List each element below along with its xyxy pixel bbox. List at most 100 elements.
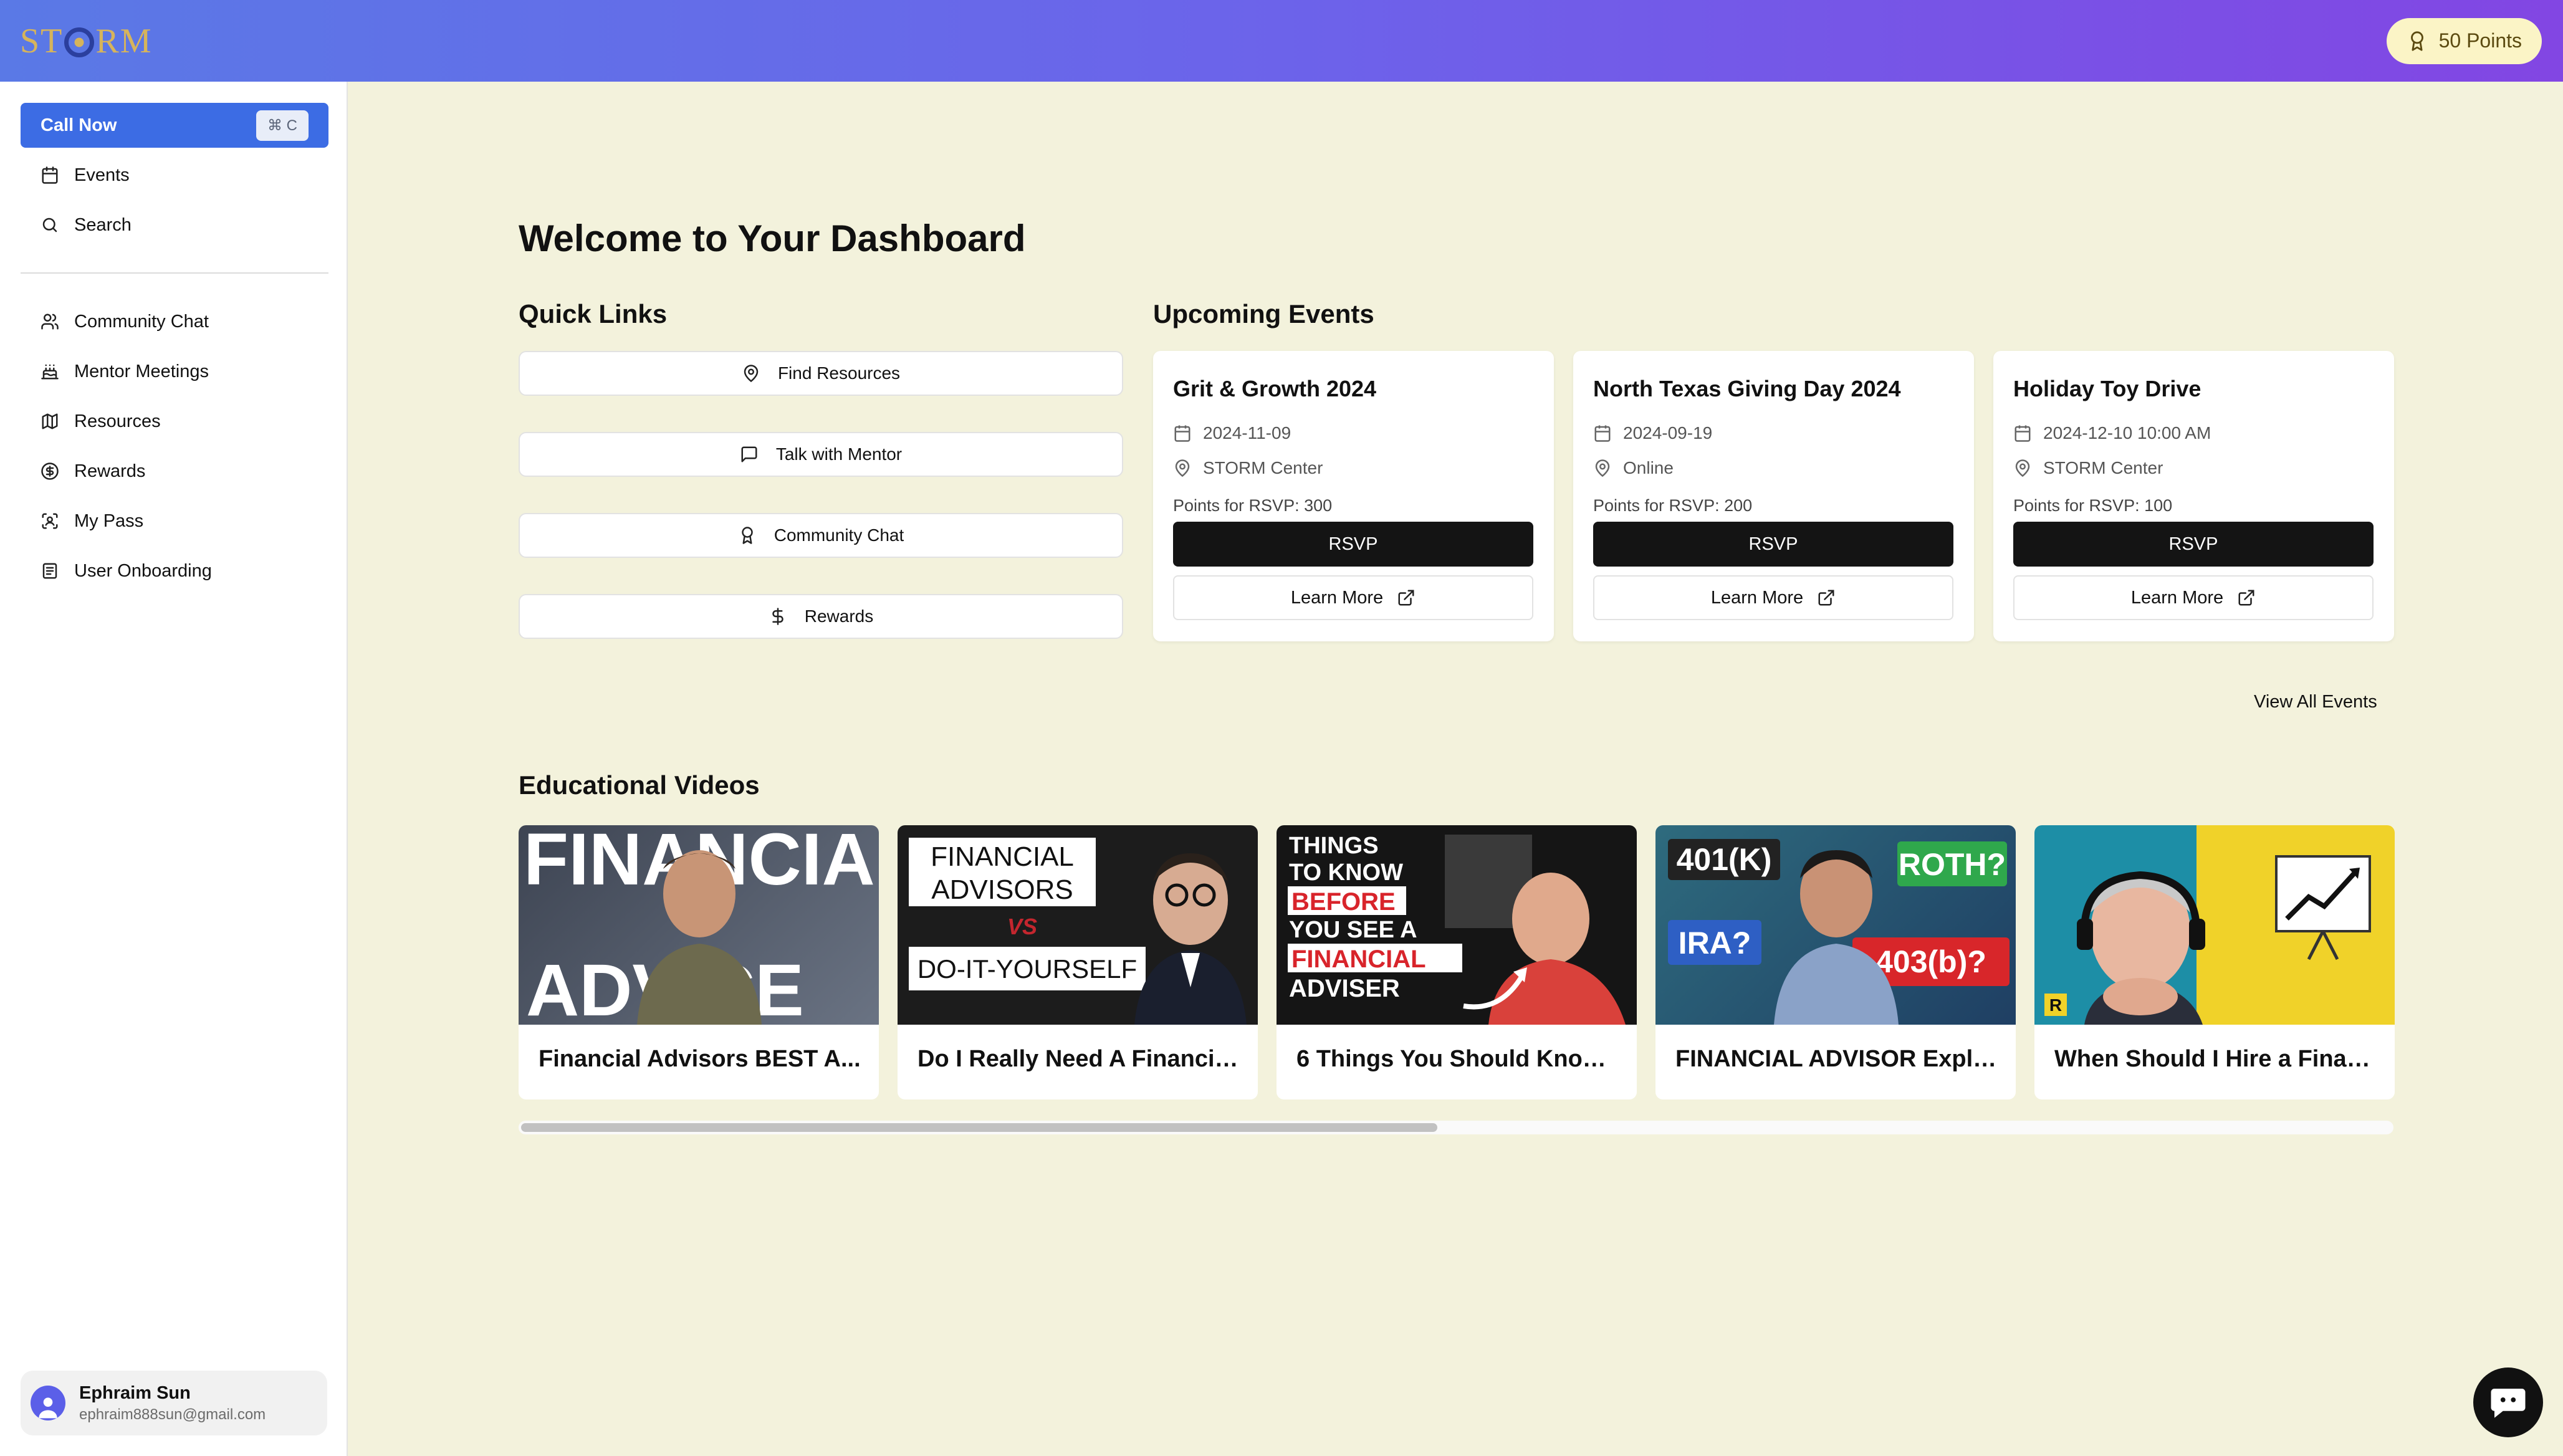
- map-pin-icon: [1595, 459, 1610, 477]
- calendar-icon: [1594, 425, 1611, 442]
- calendar-icon: [1174, 425, 1190, 442]
- external-link-icon: [2238, 590, 2254, 606]
- quick-link-rewards[interactable]: Rewards: [519, 594, 1123, 639]
- event-date: 2024-12-10 10:00 AM: [2013, 423, 2211, 443]
- video-card[interactable]: FINANCIAL ADVISORS VS DO-IT-YOURSELF Do …: [898, 825, 1258, 1099]
- storm-logo[interactable]: ST RM: [20, 16, 153, 66]
- sidebar-item-community-chat[interactable]: Community Chat: [21, 301, 328, 342]
- call-now-button[interactable]: Call Now ⌘ C: [21, 103, 328, 148]
- sidebar-item-label: Resources: [74, 411, 161, 431]
- video-title[interactable]: Do I Really Need A Financia...: [917, 1046, 1242, 1073]
- upcoming-events-title: Upcoming Events: [1153, 299, 1374, 328]
- learn-more-label: Learn More: [1290, 587, 1384, 608]
- thumbnail-text: IRA?: [1679, 926, 1751, 960]
- thumbnail-text: YOU SEE A: [1289, 917, 1417, 943]
- quick-link-find-resources[interactable]: Find Resources: [519, 351, 1123, 396]
- video-title[interactable]: Financial Advisors BEST A...: [539, 1046, 863, 1073]
- video-title[interactable]: 6 Things You Should Know ...: [1296, 1046, 1621, 1073]
- event-date: 2024-09-19: [1593, 423, 1712, 443]
- avatar: [31, 1386, 65, 1420]
- chat-bot-icon: [2491, 1389, 2526, 1418]
- learn-more-button[interactable]: Learn More: [2013, 575, 2374, 620]
- scrollbar-thumb[interactable]: [521, 1123, 1437, 1132]
- thumbnail-text: TO KNOW: [1289, 860, 1403, 886]
- event-card: North Texas Giving Day 2024 2024-09-19 O…: [1573, 351, 1974, 641]
- video-card[interactable]: R When Should I Hire a Finan...: [2034, 825, 2395, 1099]
- video-thumbnail[interactable]: FINANCIAL ADVICE: [519, 825, 879, 1025]
- quick-link-label: Community Chat: [774, 525, 904, 545]
- videos-scrollbar[interactable]: [519, 1121, 2393, 1134]
- chat-support-button[interactable]: [2473, 1367, 2543, 1437]
- video-card[interactable]: FINANCIAL ADVICE Financial Advisors BEST…: [519, 825, 879, 1099]
- sidebar-item-events[interactable]: Events: [21, 155, 328, 196]
- thumbnail-text: VS: [1007, 914, 1037, 939]
- event-title: Grit & Growth 2024: [1173, 376, 1377, 401]
- video-thumbnail[interactable]: FINANCIAL ADVISORS VS DO-IT-YOURSELF: [898, 825, 1258, 1025]
- thumbnail-text: DO-IT-YOURSELF: [917, 954, 1137, 984]
- top-header: ST RM 50 Points: [0, 0, 2563, 82]
- learn-more-button[interactable]: Learn More: [1593, 575, 1953, 620]
- event-points: Points for RSVP: 200: [1593, 496, 1753, 515]
- sidebar-item-label: My Pass: [74, 510, 144, 531]
- points-badge[interactable]: 50 Points: [2386, 17, 2542, 64]
- event-points: Points for RSVP: 100: [2013, 496, 2173, 515]
- event-date-text: 2024-09-19: [1623, 423, 1713, 443]
- award-icon: [2410, 31, 2423, 51]
- sidebar-item-my-pass[interactable]: My Pass: [21, 501, 328, 542]
- rsvp-button[interactable]: RSVP: [2013, 522, 2374, 567]
- sidebar-item-resources[interactable]: Resources: [21, 401, 328, 442]
- event-date-text: 2024-11-09: [1203, 423, 1291, 443]
- event-card: Holiday Toy Drive 2024-12-10 10:00 AM ST…: [1993, 351, 2394, 641]
- user-email: ephraim888sun@gmail.com: [79, 1406, 266, 1423]
- calendar-icon: [2014, 425, 2031, 442]
- quick-link-talk-with-mentor[interactable]: Talk with Mentor: [519, 432, 1123, 477]
- video-thumbnail[interactable]: THINGS TO KNOW BEFORE YOU SEE A FINANCIA…: [1277, 825, 1637, 1025]
- sidebar-item-label: Community Chat: [74, 311, 209, 332]
- sidebar-item-search[interactable]: Search: [21, 204, 328, 246]
- user-profile-card[interactable]: Ephraim Sun ephraim888sun@gmail.com: [21, 1371, 327, 1435]
- sidebar-item-mentor-meetings[interactable]: Mentor Meetings: [21, 351, 328, 392]
- clipboard-icon: [42, 563, 57, 579]
- sidebar: Call Now ⌘ C Events Search Community Cha…: [0, 82, 348, 1456]
- quick-link-community-chat[interactable]: Community Chat: [519, 513, 1123, 558]
- map-pin-icon: [744, 365, 759, 383]
- event-date-text: 2024-12-10 10:00 AM: [2043, 423, 2211, 443]
- sidebar-item-rewards[interactable]: Rewards: [21, 451, 328, 492]
- event-date: 2024-11-09: [1173, 423, 1291, 443]
- rsvp-button[interactable]: RSVP: [1173, 522, 1533, 567]
- sidebar-item-user-onboarding[interactable]: User Onboarding: [21, 550, 328, 592]
- users-icon: [41, 314, 59, 330]
- video-thumbnail[interactable]: 401(K) ROTH? IRA? 403(b)?: [1655, 825, 2016, 1025]
- video-title[interactable]: When Should I Hire a Finan...: [2054, 1046, 2379, 1073]
- event-location-text: STORM Center: [1203, 458, 1323, 477]
- event-title: North Texas Giving Day 2024: [1593, 376, 1901, 401]
- quick-link-label: Talk with Mentor: [775, 444, 903, 464]
- call-now-shortcut: ⌘ C: [256, 110, 309, 141]
- message-square-icon: [741, 446, 757, 462]
- thumbnail-text: ADVISER: [1289, 975, 1400, 1002]
- event-card: Grit & Growth 2024 2024-11-09 STORM Cent…: [1153, 351, 1554, 641]
- page-title: Welcome to Your Dashboard: [519, 218, 1026, 259]
- learn-more-button[interactable]: Learn More: [1173, 575, 1533, 620]
- rsvp-button[interactable]: RSVP: [1593, 522, 1953, 567]
- dollar-icon: [772, 608, 783, 625]
- thumbnail-text: THINGS: [1289, 833, 1379, 859]
- view-all-events-link[interactable]: View All Events: [2254, 692, 2377, 712]
- video-title[interactable]: FINANCIAL ADVISOR Expla...: [1675, 1046, 2000, 1073]
- external-link-icon: [1398, 590, 1414, 606]
- thumbnail-text: 401(K): [1677, 842, 1772, 877]
- video-thumbnail[interactable]: R: [2034, 825, 2395, 1025]
- event-title: Holiday Toy Drive: [2013, 376, 2201, 401]
- thumbnail-text: R: [2049, 995, 2062, 1015]
- external-link-icon: [1818, 590, 1834, 606]
- video-card[interactable]: 401(K) ROTH? IRA? 403(b)? FINANCIAL ADVI…: [1655, 825, 2016, 1099]
- map-pin-icon: [2015, 459, 2030, 477]
- video-card[interactable]: THINGS TO KNOW BEFORE YOU SEE A FINANCIA…: [1277, 825, 1637, 1099]
- event-points: Points for RSVP: 300: [1173, 496, 1333, 515]
- thumbnail-text: ROTH?: [1899, 847, 2006, 882]
- award-icon: [741, 527, 753, 544]
- points-label: 50 Points: [2438, 29, 2522, 52]
- user-name: Ephraim Sun: [79, 1382, 191, 1403]
- event-location: STORM Center: [2013, 458, 2163, 478]
- sidebar-item-label: User Onboarding: [74, 560, 212, 581]
